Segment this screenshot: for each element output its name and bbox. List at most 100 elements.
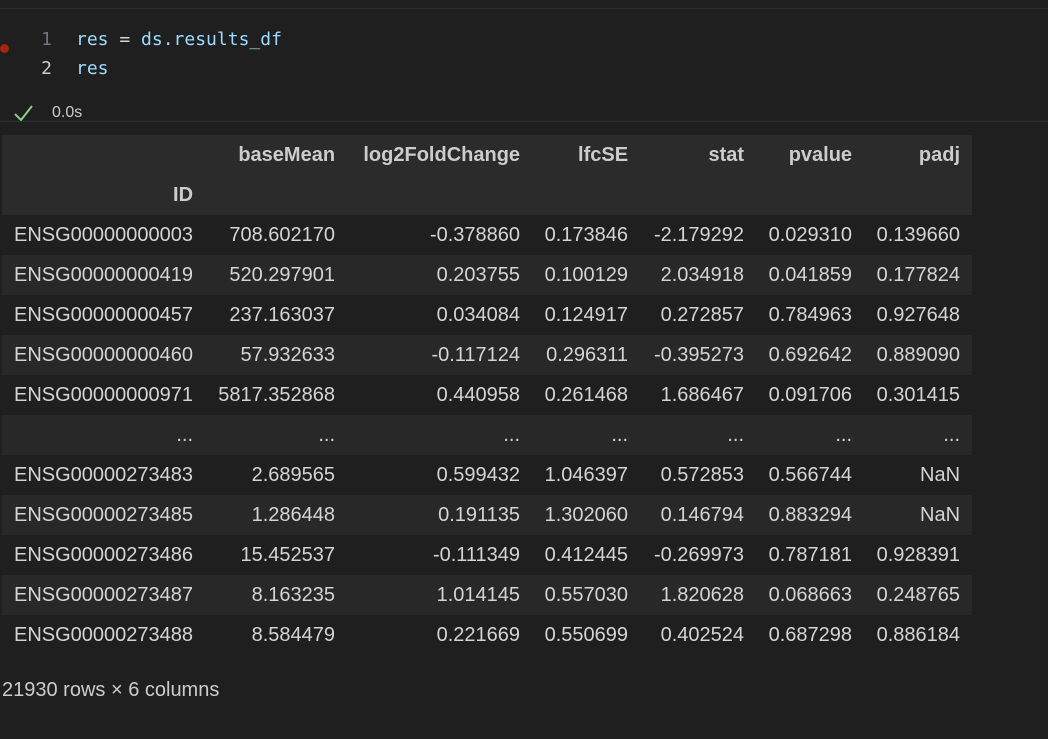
code-token-variable: res [76,29,109,50]
row-index-cell: ENSG00000273486 [14,543,194,566]
line-number: 1 [41,29,52,50]
table-row: ENSG00000273487 8.163235 1.014145 0.557030 1… [2,575,973,615]
table-cell: ... [503,423,521,446]
table-cell: 0.139660 [876,223,961,246]
execution-time: 0.0s [52,104,83,121]
table-cell: 0.928391 [876,543,961,566]
dataframe-shape-label: 21930 rows × 6 columns [2,679,220,701]
table-cell: 0.296311 [546,343,629,366]
table-cell: 0.146794 [660,503,745,526]
index-name-row: ID [2,175,973,215]
table-cell: 0.091706 [768,383,853,406]
table-cell: 0.272857 [660,303,745,326]
table-cell: 0.068663 [768,583,853,606]
table-cell: 8.584479 [251,623,336,646]
header-row: baseMean log2FoldChange lfcSE stat pvalu… [2,135,973,175]
table-body: ENSG00000000003 708.602170 -0.378860 0.1738… [2,215,973,655]
table-cell: 0.173846 [544,223,629,246]
table-cell: 0.034084 [436,303,521,326]
table-row: ENSG00000000457 237.163037 0.034084 0.12491… [2,295,973,335]
table-cell: 1.046397 [544,463,629,486]
table-cell: 237.163037 [229,303,336,326]
row-index-cell: ENSG00000273483 [14,463,194,486]
table-cell: 0.550699 [544,623,629,646]
index-header-blank [2,135,205,175]
table-cell: 0.301415 [876,383,961,406]
table-cell: 5817.352868 [218,383,336,406]
table-cell: 0.412445 [544,543,629,566]
row-index-cell: ENSG00000000460 [14,343,194,366]
line-number: 2 [41,58,52,79]
code-token-expression: ds.results_df [141,29,282,50]
table-row: ENSG00000273485 1.286448 0.191135 1.302060 0… [2,495,973,535]
table-cell: 0.191135 [438,503,521,526]
table-cell: 0.889090 [876,343,961,366]
table-cell: 708.602170 [229,223,336,246]
table-cell: 0.566744 [768,463,853,486]
table-cell: 0.029310 [768,223,853,246]
table-cell: 1.686467 [660,383,745,406]
code-text[interactable]: res = ds.results_df [76,26,282,54]
table-cell: 0.402524 [660,623,745,646]
code-token-variable: res [76,58,109,79]
table-cell: 0.041859 [768,263,853,286]
table-cell: 0.784963 [768,303,853,326]
table-cell: 520.297901 [229,263,336,286]
table-cell: ... [835,423,853,446]
table-cell: 0.557030 [544,583,629,606]
table-cell: 1.820628 [660,583,745,606]
row-index-cell: ENSG00000273485 [14,503,194,526]
table-row: ENSG00000273483 2.689565 0.599432 1.046397 0… [2,455,973,495]
table-cell: 1.302060 [544,503,629,526]
table-cell: -0.269973 [653,543,745,566]
table-cell: ... [318,423,336,446]
dataframe-table: baseMean log2FoldChange lfcSE stat pvalu… [2,135,973,655]
table-cell: 0.886184 [876,623,961,646]
table-cell: 0.248765 [876,583,961,606]
table-cell: 0.927648 [876,303,961,326]
table-cell: 0.100129 [544,263,629,286]
row-index-cell: ENSG00000000971 [14,383,194,406]
code-cell[interactable]: 1 res = ds.results_df 2 res 0.0s [0,9,1048,122]
code-line-2[interactable]: 2 res [0,55,600,83]
table-row: ENSG00000273486 15.452537 -0.111349 0.41244… [2,535,973,575]
row-index-cell: ... [176,423,194,446]
table-cell: 1.014145 [436,583,521,606]
table-cell: 8.163235 [251,583,336,606]
table-cell: 0.177824 [876,263,961,286]
code-token-operator: = [108,29,142,50]
table-cell: 0.687298 [768,623,853,646]
table-cell: 15.452537 [240,543,336,566]
table-cell: 0.261468 [544,383,629,406]
table-cell: 0.203755 [436,263,521,286]
row-index-cell: ENSG00000000003 [14,223,194,246]
table-cell: NaN [920,463,961,486]
table-row: ENSG00000000460 57.932633 -0.117124 0.29631… [2,335,973,375]
row-index-cell: ENSG00000273487 [14,583,194,606]
index-name-header: ID [173,183,194,206]
code-text[interactable]: res [76,55,109,83]
table-cell: 0.572853 [660,463,745,486]
column-header: log2FoldChange [363,143,521,166]
table-row: ENSG00000000971 5817.352868 0.440958 0.2614… [2,375,973,415]
table-cell: -0.111349 [432,543,521,566]
table-cell: -0.117124 [431,343,521,366]
table-cell: 0.440958 [436,383,521,406]
row-index-cell: ENSG00000273488 [14,623,194,646]
table-cell: -0.395273 [653,343,745,366]
column-header: pvalue [788,143,853,166]
table-cell: 0.787181 [768,543,853,566]
table-cell: 57.932633 [240,343,336,366]
column-header: stat [708,143,745,166]
table-cell: 2.034918 [660,263,745,286]
table-cell: 0.124917 [544,303,629,326]
table-row: ENSG00000000003 708.602170 -0.378860 0.1738… [2,215,973,255]
table-cell: 0.692642 [768,343,853,366]
code-line-1[interactable]: 1 res = ds.results_df [0,26,600,54]
row-index-cell: ENSG00000000419 [14,263,194,286]
table-cell: NaN [920,503,961,526]
table-cell: 0.599432 [436,463,521,486]
table-row: ..................... [2,415,973,455]
table-cell: -2.179292 [653,223,745,246]
row-index-cell: ENSG00000000457 [14,303,194,326]
